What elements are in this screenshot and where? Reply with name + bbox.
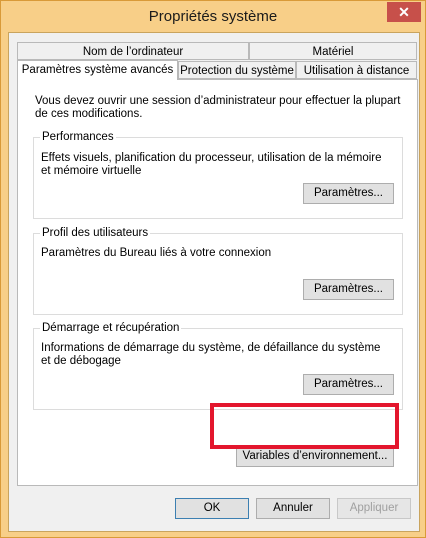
highlight-box (210, 403, 399, 449)
tab-advanced-settings[interactable]: Paramètres système avancés (17, 60, 178, 80)
tab-remote[interactable]: Utilisation à distance (296, 61, 417, 79)
startup-recovery-settings-button[interactable]: Paramètres... (303, 374, 394, 395)
cancel-button[interactable]: Annuler (256, 498, 330, 519)
apply-button[interactable]: Appliquer (337, 498, 411, 519)
startup-recovery-description: Informations de démarrage du système, de… (41, 342, 381, 367)
startup-recovery-title: Démarrage et récupération (40, 322, 182, 335)
tab-system-protection[interactable]: Protection du système (178, 61, 296, 79)
tab-hardware[interactable]: Matériel (249, 42, 417, 60)
environment-variables-button[interactable]: Variables d’environnement... (236, 446, 394, 467)
startup-recovery-group: Démarrage et récupération Informations d… (33, 322, 403, 410)
user-profiles-settings-button[interactable]: Paramètres... (303, 279, 394, 300)
admin-notice: Vous devez ouvrir une session d’administ… (35, 95, 401, 120)
performance-settings-button[interactable]: Paramètres... (303, 183, 394, 204)
close-button[interactable]: ✕ (387, 2, 421, 22)
dialog-client-area: Nom de l’ordinateur Matériel Paramètres … (8, 32, 420, 532)
tab-computer-name[interactable]: Nom de l’ordinateur (17, 42, 249, 60)
window-title: Propriétés système (148, 8, 278, 25)
system-properties-window: Propriétés système ✕ Nom de l’ordinateur… (0, 0, 426, 538)
performance-group: Performances Effets visuels, planificati… (33, 131, 403, 219)
performance-title: Performances (40, 131, 116, 144)
ok-button[interactable]: OK (175, 498, 249, 519)
user-profiles-title: Profil des utilisateurs (40, 227, 151, 240)
close-icon: ✕ (398, 4, 410, 20)
user-profiles-group: Profil des utilisateurs Paramètres du Bu… (33, 227, 403, 315)
performance-description: Effets visuels, planification du process… (41, 152, 382, 177)
title-bar: Propriétés système ✕ (1, 1, 425, 33)
user-profiles-description: Paramètres du Bureau liés à votre connex… (41, 247, 272, 259)
